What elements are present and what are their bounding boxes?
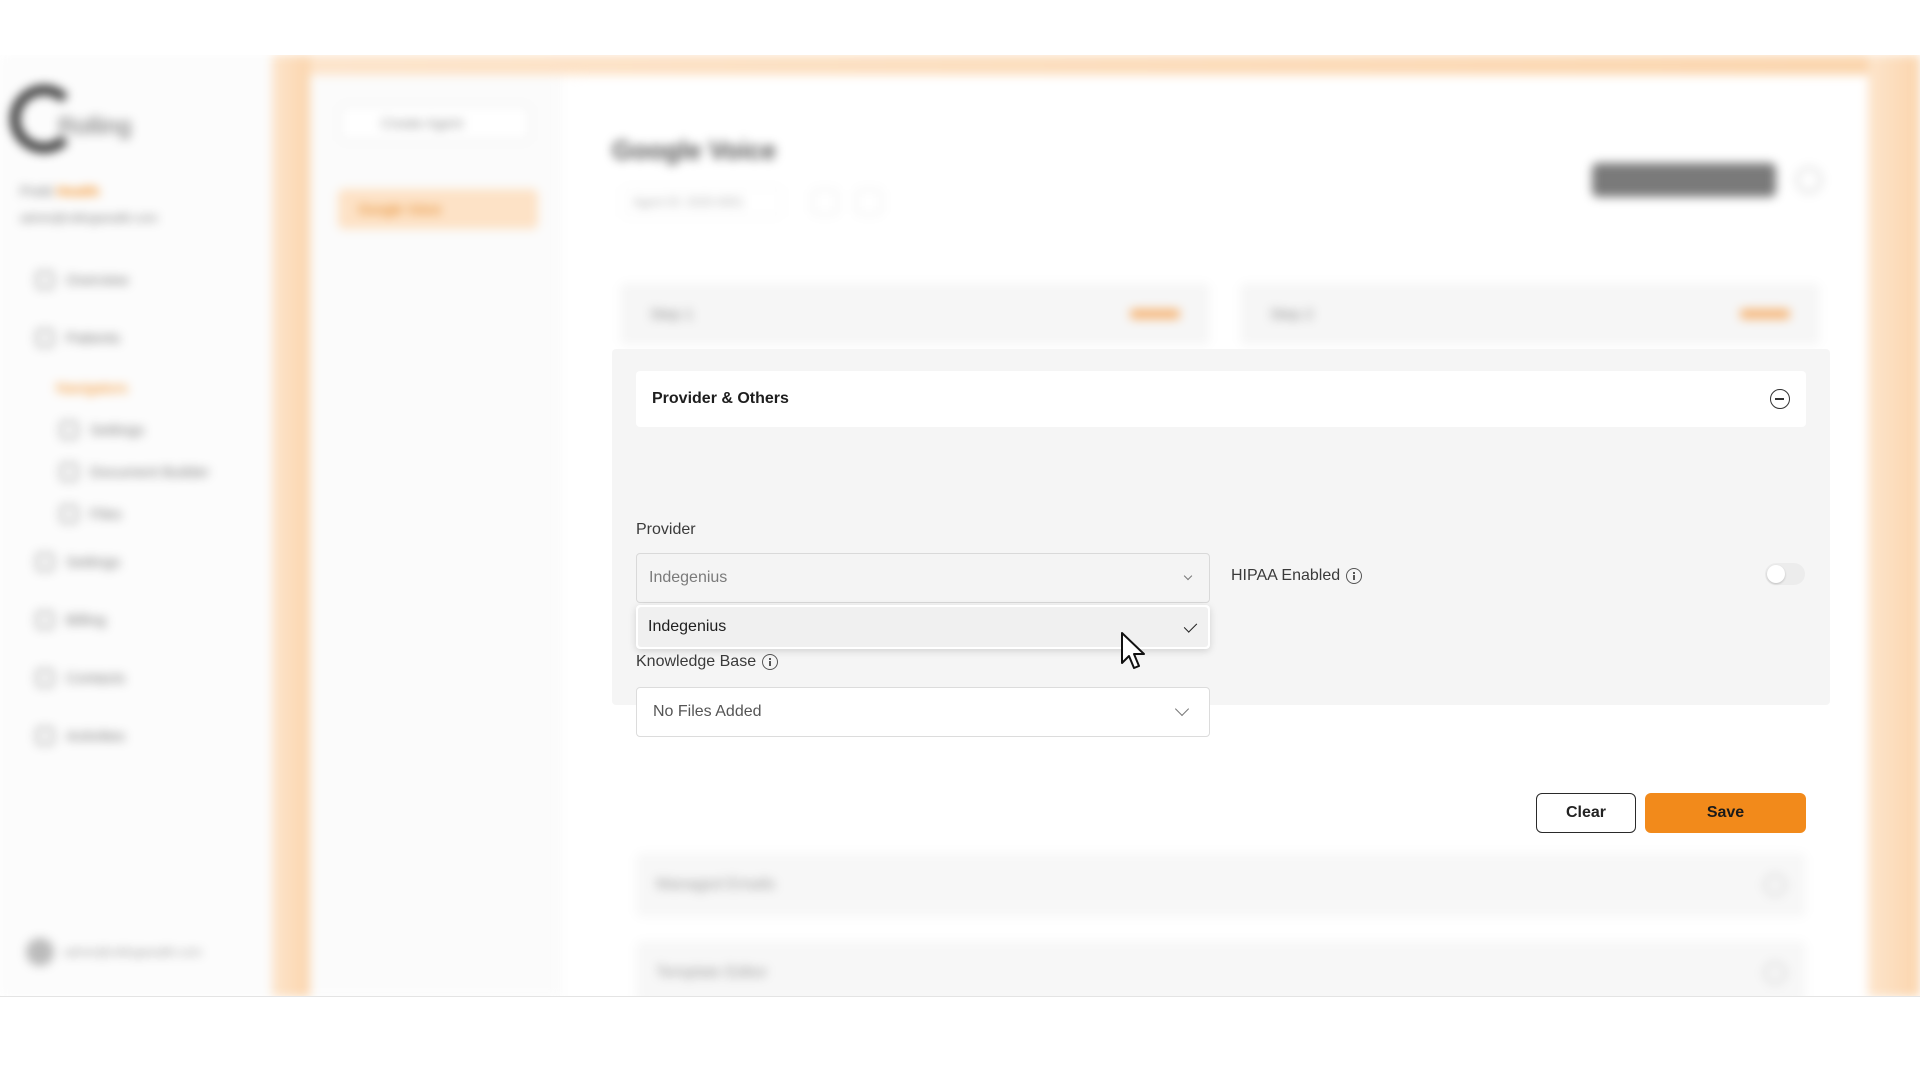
template-editor-label: Template Editor [656,964,768,981]
check-icon [1183,619,1198,633]
info-icon[interactable] [1346,568,1363,584]
page-title: Google Voice [612,135,777,165]
provider-selected-value: Indegenius [649,569,728,586]
close-icon[interactable] [1796,167,1822,193]
save-button[interactable]: Save [1645,793,1806,833]
document-icon [60,463,78,481]
clear-button[interactable]: Clear [1536,793,1636,833]
sidebar-item-activities[interactable]: Activities [36,723,236,749]
collapse-icon[interactable] [1770,389,1790,409]
action-row: Clear Save [612,705,1830,833]
sidebar-item-label: Billing [66,611,107,629]
expand-icon [1764,962,1786,984]
sidebar-item-label: Settings [66,553,121,571]
step-1-label: Step 1 [650,305,694,323]
sidebar-item-label: Navigators [56,379,128,397]
sidebar-item-contacts[interactable]: Contacts [36,665,236,691]
orange-band-top [272,55,1920,75]
sidebar-item-label: Contacts [66,669,126,687]
create-agent-select[interactable]: Create Agent [340,105,530,141]
gear-icon [60,421,78,439]
users-icon [36,329,54,347]
sidebar-item-settings-sub[interactable]: Settings [60,417,260,443]
section-header[interactable]: Provider & Others [636,371,1806,427]
sidebar-item-settings[interactable]: Settings [36,549,236,575]
settings-icon [36,553,54,571]
top-action-button[interactable] [1592,163,1776,197]
provider-option-label: Indegenius [648,618,727,635]
step-1-status [1130,309,1180,319]
info-icon[interactable] [762,654,779,670]
user-email: admin@rollingwealth.com [20,211,158,225]
managed-emails-label: Managed Emails [656,876,776,893]
mouse-cursor-icon [1121,632,1145,669]
footer-email: admin@rollingwealth.com [64,945,202,959]
knowledge-base-label-text: Knowledge Base [636,653,757,670]
user-name: Pretti Health [20,183,99,199]
step-1-card[interactable]: Step 1 [620,283,1210,345]
expand-icon [1764,874,1786,896]
screen-frame: Rolling Pretti Health admin@rollingwealt… [0,55,1920,997]
file-icon [60,505,78,523]
sidebar: Rolling Pretti Health admin@rollingwealt… [0,55,272,997]
orange-band-left [272,55,310,997]
managed-emails-section[interactable]: Managed Emails [636,853,1806,917]
chevron-down-icon [1183,571,1193,581]
user-accent: Health [56,183,100,199]
billing-icon [36,611,54,629]
hipaa-toggle[interactable] [1765,563,1805,585]
sidebar-item-patients[interactable]: Patients [36,325,236,351]
sidebar-item-label: Document Builder [90,463,210,481]
sidebar-footer[interactable]: admin@rollingwealth.com [26,935,206,969]
sidebar-item-label: Overview [66,271,129,289]
page-subtitle: Agent ID: 2025-0001 [622,187,782,217]
copy-icon[interactable] [812,189,838,215]
sidebar-item-label: Settings [90,421,145,439]
agent-list-panel: Create Agent Google Voice [310,75,560,997]
step-2-label: Step 2 [1270,305,1314,323]
provider-others-panel: Provider & Others Provider Indegenius In… [612,349,1830,737]
avatar [26,938,54,966]
provider-label: Provider [636,521,696,539]
template-editor-section[interactable]: Template Editor [636,941,1806,997]
contacts-icon [36,669,54,687]
knowledge-base-label: Knowledge Base [636,653,779,671]
provider-select[interactable]: Indegenius [636,553,1210,603]
logo-text: Rolling [58,113,132,140]
home-icon [36,271,54,289]
sidebar-item-billing[interactable]: Billing [36,607,236,633]
frame-bottom-edge [0,996,1920,997]
sidebar-item-overview[interactable]: Overview [36,267,236,293]
sidebar-item-label: Files [90,505,122,523]
edit-icon[interactable] [856,189,882,215]
agent-list-item[interactable]: Google Voice [338,189,538,229]
step-2-status [1740,309,1790,319]
provider-label-text: Provider [636,521,696,538]
sidebar-item-navigators[interactable]: Navigators [56,371,256,401]
sidebar-item-files[interactable]: Files [60,501,260,527]
orange-band-right [1868,55,1920,997]
section-title: Provider & Others [652,390,789,407]
step-2-card[interactable]: Step 2 [1240,283,1820,345]
sidebar-item-label: Activities [66,727,126,745]
toggle-knob [1767,565,1785,583]
activity-icon [36,727,54,745]
hipaa-label-text: HIPAA Enabled [1231,567,1341,584]
user-first: Pretti [20,183,53,199]
sidebar-item-document-builder[interactable]: Document Builder [60,459,260,485]
sidebar-item-label: Patients [66,329,121,347]
hipaa-label: HIPAA Enabled [1231,567,1363,585]
